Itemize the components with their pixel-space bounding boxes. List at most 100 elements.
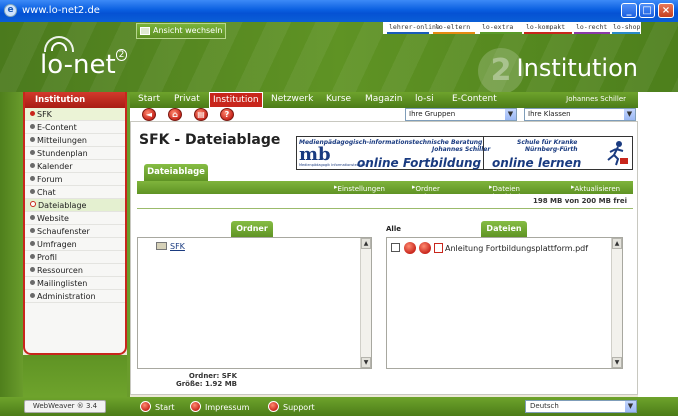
groups-select[interactable]: Ihre Gruppen ▼ — [405, 108, 517, 121]
ordner-scrollbar[interactable]: ▲ ▼ — [360, 238, 371, 368]
action-aktualisieren[interactable]: ▸ Aktualisieren — [571, 183, 620, 193]
sidebar-item-stundenplan[interactable]: Stundenplan — [25, 147, 125, 160]
nav-privat[interactable]: Privat — [174, 94, 200, 104]
nav-netzwerk[interactable]: Netzwerk — [271, 94, 313, 104]
folder-size-value: 1.92 MB — [204, 380, 237, 388]
file-item[interactable]: Anleitung Fortbildungsplattform.pdf — [391, 242, 588, 254]
sidebar-item-administration[interactable]: Administration — [25, 290, 125, 303]
ordner-panel-title: Ordner — [231, 221, 273, 237]
nav-e-content[interactable]: E-Content — [452, 94, 497, 104]
nav-kurse[interactable]: Kurse — [326, 94, 351, 104]
nav-start[interactable]: Start — [138, 94, 160, 104]
sidebar-item-sfk[interactable]: SFK — [25, 108, 125, 121]
tab-dateiablage[interactable]: Dateiablage — [144, 164, 208, 181]
action-ordner-anlegen[interactable]: ▸ Ordner anlegen — [412, 183, 444, 201]
bullet-icon — [30, 111, 35, 116]
dateien-panel: Anleitung Fortbildungsplattform.pdf ▲ ▼ — [386, 237, 623, 369]
bullet-icon — [30, 293, 35, 298]
bullet-icon — [30, 280, 35, 285]
switch-view-button[interactable]: Ansicht wechseln — [136, 23, 226, 39]
nav-lo-si[interactable]: lo-si — [415, 94, 434, 104]
scroll-up-icon[interactable]: ▲ — [612, 238, 622, 249]
portal-link[interactable]: lo-eltern — [435, 23, 470, 31]
sidebar-item-profil[interactable]: Profil — [25, 251, 125, 264]
footer-support-link[interactable]: Support — [268, 401, 315, 412]
sidebar-item-umfragen[interactable]: Umfragen — [25, 238, 125, 251]
start-icon — [140, 401, 151, 412]
portal-link[interactable]: lo-kompakt — [526, 23, 565, 31]
file-checkbox[interactable] — [391, 243, 400, 252]
dateien-scrollbar[interactable]: ▲ ▼ — [611, 238, 622, 368]
sidebar-item-label: SFK — [37, 110, 52, 119]
portal-link[interactable]: lo-shop — [613, 23, 640, 31]
icon-toolbar: ◄ ⌂ ▤ ? Ihre Gruppen ▼ Ihre Klassen ▼ — [130, 108, 638, 121]
storage-quota: 198 MB von 200 MB frei — [532, 197, 627, 205]
maximize-button[interactable]: □ — [639, 3, 655, 18]
sidebar-item-website[interactable]: Website — [25, 212, 125, 225]
scroll-down-icon[interactable]: ▼ — [361, 357, 371, 368]
sidebar-item-forum[interactable]: Forum — [25, 173, 125, 186]
classes-select-value: Ihre Klassen — [528, 110, 571, 118]
divider — [137, 208, 633, 209]
language-select[interactable]: Deutsch ▼ — [525, 400, 637, 413]
window-titlebar: e www.lo-net2.de _ □ × — [0, 0, 678, 22]
minimize-button[interactable]: _ — [621, 3, 637, 18]
bullet-icon — [30, 254, 35, 259]
bullet-icon — [30, 163, 35, 168]
sidebar-item-label: Kalender — [37, 162, 73, 171]
delete-icon[interactable] — [419, 242, 431, 254]
sidebar-title: Institution — [25, 92, 125, 108]
portal-link[interactable]: lo-recht — [576, 23, 607, 31]
back-icon[interactable]: ◄ — [142, 108, 156, 121]
action-dateien-hochladen[interactable]: ▸ Dateien hochladen — [489, 183, 529, 201]
banner-text: online lernen — [492, 156, 582, 170]
page-title: SFK - Dateiablage — [139, 132, 281, 148]
promo-banner[interactable]: Medienpädagogisch-informationstechnische… — [296, 136, 633, 170]
bullet-icon — [30, 201, 36, 207]
language-value: Deutsch — [530, 402, 559, 410]
home-icon[interactable]: ⌂ — [168, 108, 182, 121]
sidebar-item-ressourcen[interactable]: Ressourcen — [25, 264, 125, 277]
portal-bar — [433, 32, 475, 34]
browser-icon: e — [4, 4, 17, 17]
sidebar-item-chat[interactable]: Chat — [25, 186, 125, 199]
bullet-icon — [30, 215, 35, 220]
folder-item-sfk[interactable]: SFK — [156, 242, 185, 251]
banner-text: online Fortbildung — [357, 156, 482, 170]
sidebar-item-mailinglisten[interactable]: Mailinglisten — [25, 277, 125, 290]
sidebar-item-e-content[interactable]: E-Content — [25, 121, 125, 134]
footer-impressum-link[interactable]: Impressum — [190, 401, 249, 412]
sidebar-item-label: Dateiablage — [38, 201, 87, 210]
banner-text: Johannes Schiller — [432, 146, 491, 153]
portal-link[interactable]: lehrer-online — [389, 23, 440, 31]
site-logo[interactable]: lo-net 2 — [40, 49, 128, 80]
sidebar-item-label: Forum — [37, 175, 63, 184]
bullet-icon — [30, 124, 35, 129]
edit-icon[interactable] — [404, 242, 416, 254]
folder-icon — [156, 242, 167, 250]
sidebar-item-schaufenster[interactable]: Schaufenster — [25, 225, 125, 238]
file-name[interactable]: Anleitung Fortbildungsplattform.pdf — [445, 244, 588, 253]
classes-select[interactable]: Ihre Klassen ▼ — [524, 108, 636, 121]
sidebar-item-label: Stundenplan — [37, 149, 88, 158]
action-bar: ▸ Einstellungen ▸ Ordner anlegen ▸ Datei… — [137, 181, 633, 201]
sidebar-item-label: Mitteilungen — [37, 136, 87, 145]
footer-start-link[interactable]: Start — [140, 401, 175, 412]
scroll-up-icon[interactable]: ▲ — [361, 238, 371, 249]
close-button[interactable]: × — [658, 3, 674, 18]
scroll-down-icon[interactable]: ▼ — [612, 357, 622, 368]
sidebar-item-mitteilungen[interactable]: Mitteilungen — [25, 134, 125, 147]
action-einstellungen[interactable]: ▸ Einstellungen — [334, 183, 385, 193]
sidebar-item-kalender[interactable]: Kalender — [25, 160, 125, 173]
nav-institution[interactable]: Institution — [209, 92, 263, 108]
nav-magazin[interactable]: Magazin — [365, 94, 402, 104]
help-icon[interactable]: ? — [220, 108, 234, 121]
sidebar-item-label: Umfragen — [37, 240, 77, 249]
select-all-label[interactable]: Alle — [386, 225, 401, 233]
sidebar-item-dateiablage[interactable]: Dateiablage — [25, 199, 125, 212]
print-icon[interactable]: ▤ — [194, 108, 208, 121]
webweaver-version[interactable]: WebWeaver ® 3.4 — [24, 400, 106, 413]
banner-logo: mb — [299, 144, 331, 165]
portal-link[interactable]: lo-extra — [482, 23, 513, 31]
portal-bar — [387, 32, 429, 34]
